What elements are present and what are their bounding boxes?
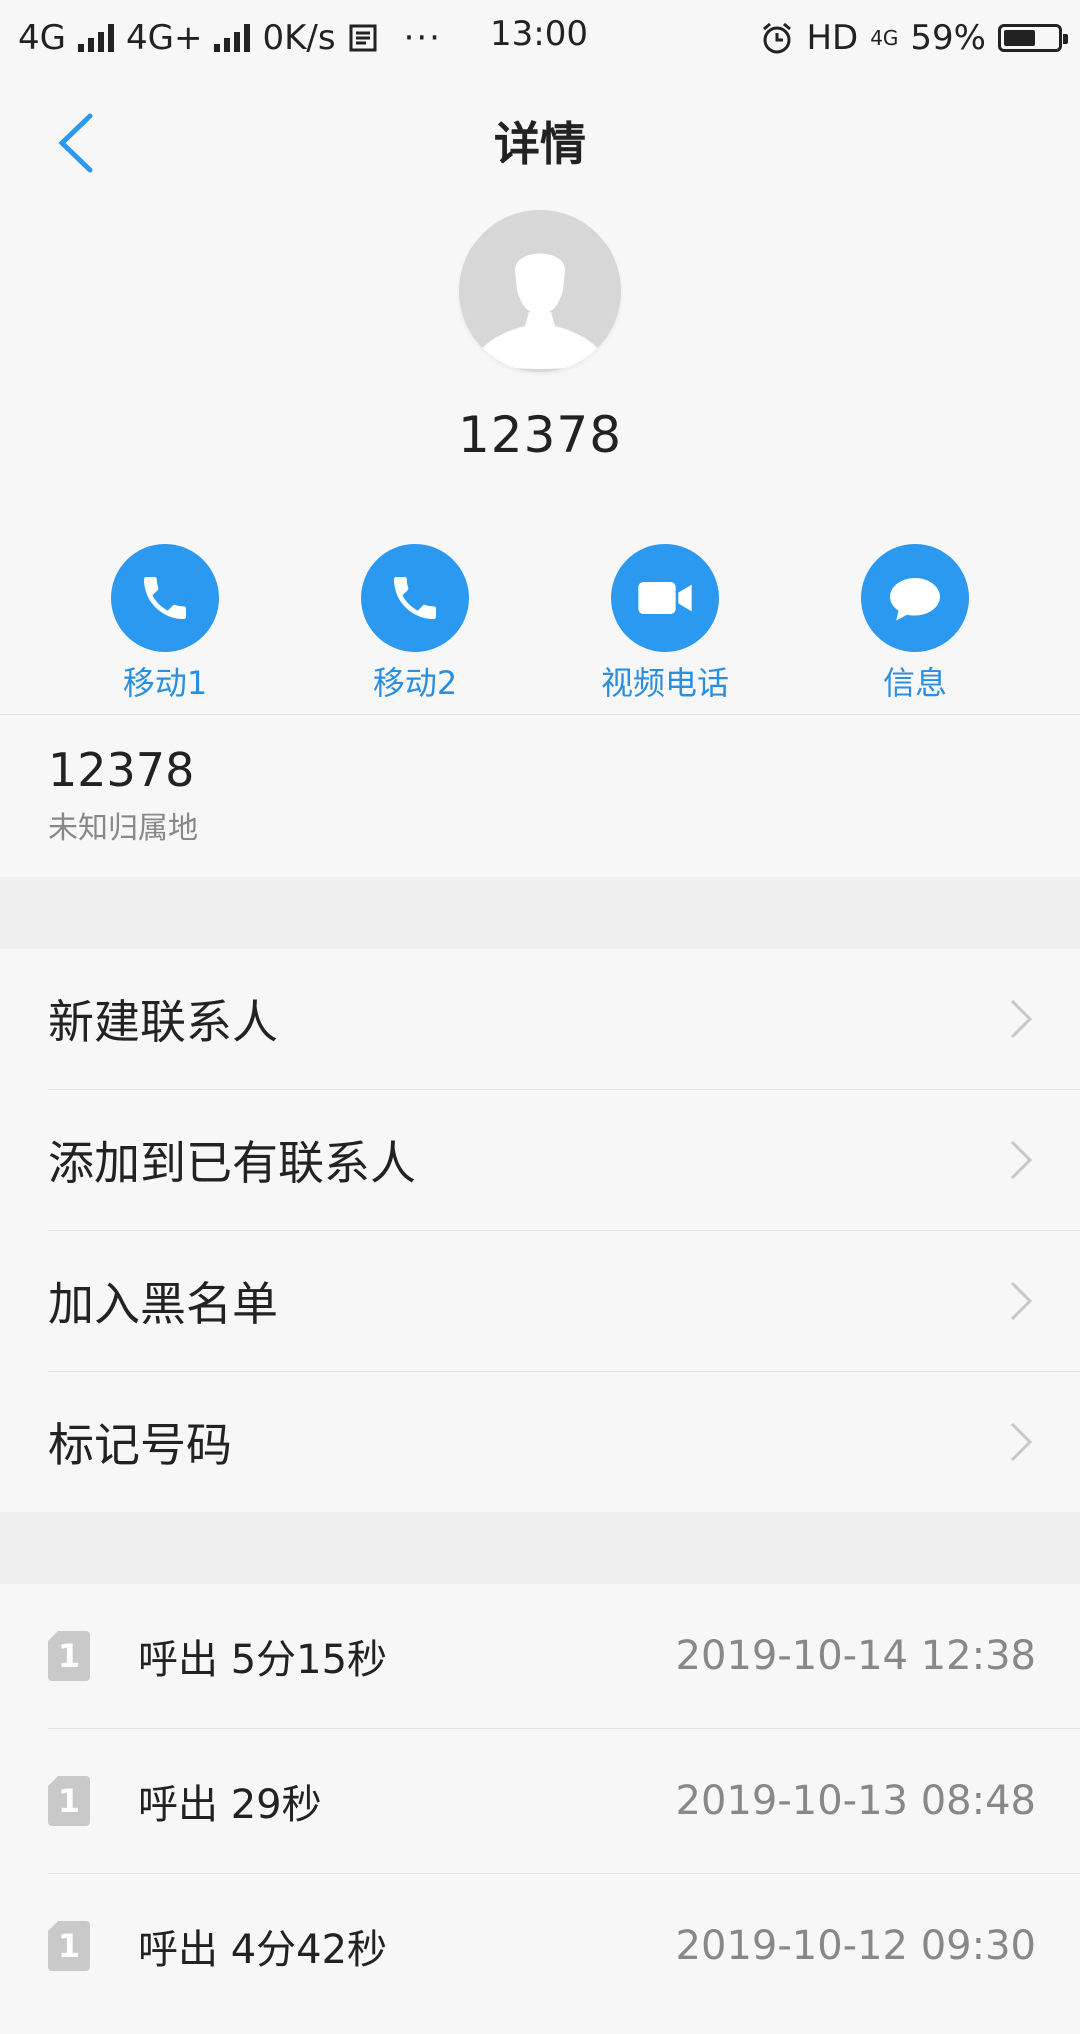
chevron-right-icon (1010, 999, 1033, 1039)
call-time: 2019-10-14 12:38 (675, 1633, 1036, 1679)
more-icon: ··· (403, 18, 442, 58)
status-left: 4G 4G+ 0K/s ··· (18, 18, 442, 58)
call-sim1-button[interactable]: 移动1 (65, 544, 265, 714)
video-call-label: 视频电话 (600, 664, 729, 702)
status-right: HD 4G 59% (760, 18, 1068, 58)
mark-number-item[interactable]: 标记号码 (48, 1372, 1080, 1512)
call-time: 2019-10-13 08:48 (675, 1778, 1036, 1824)
person-icon (459, 210, 621, 372)
call-history: 1 呼出 5分15秒 2019-10-14 12:38 1 呼出 29秒 201… (0, 1584, 1080, 2018)
sim-card-icon: 1 (48, 1631, 90, 1681)
chat-bubble-icon (890, 578, 940, 621)
hd-indicator: HD (806, 18, 859, 58)
message-label: 信息 (882, 664, 947, 702)
menu-label: 加入黑名单 (48, 1277, 278, 1331)
sim-card-icon: 1 (48, 1776, 90, 1826)
phone-icon (394, 577, 436, 619)
status-bar: 4G 4G+ 0K/s ··· 13:00 HD 4G 59% (0, 0, 1080, 76)
network-type-3: 4G (870, 26, 899, 50)
call-log-row[interactable]: 1 呼出 4分42秒 2019-10-12 09:30 (48, 1874, 1080, 2018)
message-circle[interactable] (861, 544, 969, 652)
signal-icon (214, 24, 251, 52)
chevron-right-icon (1010, 1140, 1033, 1180)
call-type: 呼出 4分42秒 (138, 1927, 388, 1973)
action-bar: 移动1 移动2 视频电话 信息 (0, 544, 1080, 714)
info-number: 12378 (48, 743, 195, 797)
sim-card-icon: 1 (48, 1921, 90, 1971)
call-sim2-label: 移动2 (372, 664, 458, 702)
network-type-2: 4G+ (125, 18, 203, 58)
call-sim2-button[interactable]: 移动2 (315, 544, 515, 714)
video-call-circle[interactable] (611, 544, 719, 652)
call-time: 2019-10-12 09:30 (675, 1923, 1036, 1969)
video-call-button[interactable]: 视频电话 (565, 544, 765, 714)
info-location: 未知归属地 (48, 811, 198, 846)
add-to-blacklist-item[interactable]: 加入黑名单 (48, 1231, 1080, 1372)
call-sim2-circle[interactable] (361, 544, 469, 652)
notification-icon (349, 24, 377, 52)
menu-label: 标记号码 (48, 1418, 232, 1472)
new-contact-item[interactable]: 新建联系人 (48, 949, 1080, 1090)
number-info: 12378 未知归属地 (0, 715, 1080, 877)
call-type: 呼出 5分15秒 (138, 1637, 388, 1683)
menu-label: 添加到已有联系人 (48, 1136, 416, 1190)
page-title: 详情 (494, 117, 586, 171)
clock: 13:00 (490, 14, 588, 54)
battery-level (1004, 30, 1035, 46)
contact-number: 12378 (457, 406, 623, 464)
chevron-right-icon (1010, 1422, 1033, 1462)
add-to-existing-contact-item[interactable]: 添加到已有联系人 (48, 1090, 1080, 1231)
back-arrow-icon[interactable] (50, 108, 110, 178)
menu-list: 新建联系人 添加到已有联系人 加入黑名单 标记号码 (0, 949, 1080, 1512)
alarm-icon (763, 22, 792, 54)
battery-percent: 59% (910, 18, 986, 58)
call-sim1-circle[interactable] (111, 544, 219, 652)
chevron-right-icon (1010, 1281, 1033, 1321)
phone-icon (144, 577, 186, 619)
menu-label: 新建联系人 (48, 995, 278, 1049)
call-log-row[interactable]: 1 呼出 5分15秒 2019-10-14 12:38 (48, 1584, 1080, 1729)
call-type: 呼出 29秒 (138, 1782, 322, 1828)
section-gap (0, 877, 1080, 949)
header: 详情 (0, 76, 1080, 206)
profile: 12378 (0, 206, 1080, 464)
battery-icon (998, 24, 1068, 52)
network-speed: 0K/s (262, 18, 336, 58)
section-gap (0, 1512, 1080, 1584)
message-button[interactable]: 信息 (815, 544, 1015, 714)
avatar (459, 210, 621, 372)
network-type-1: 4G (18, 18, 66, 58)
call-sim1-label: 移动1 (122, 664, 208, 702)
video-camera-icon (638, 582, 692, 614)
signal-icon (77, 24, 114, 52)
call-log-row[interactable]: 1 呼出 29秒 2019-10-13 08:48 (48, 1729, 1080, 1874)
